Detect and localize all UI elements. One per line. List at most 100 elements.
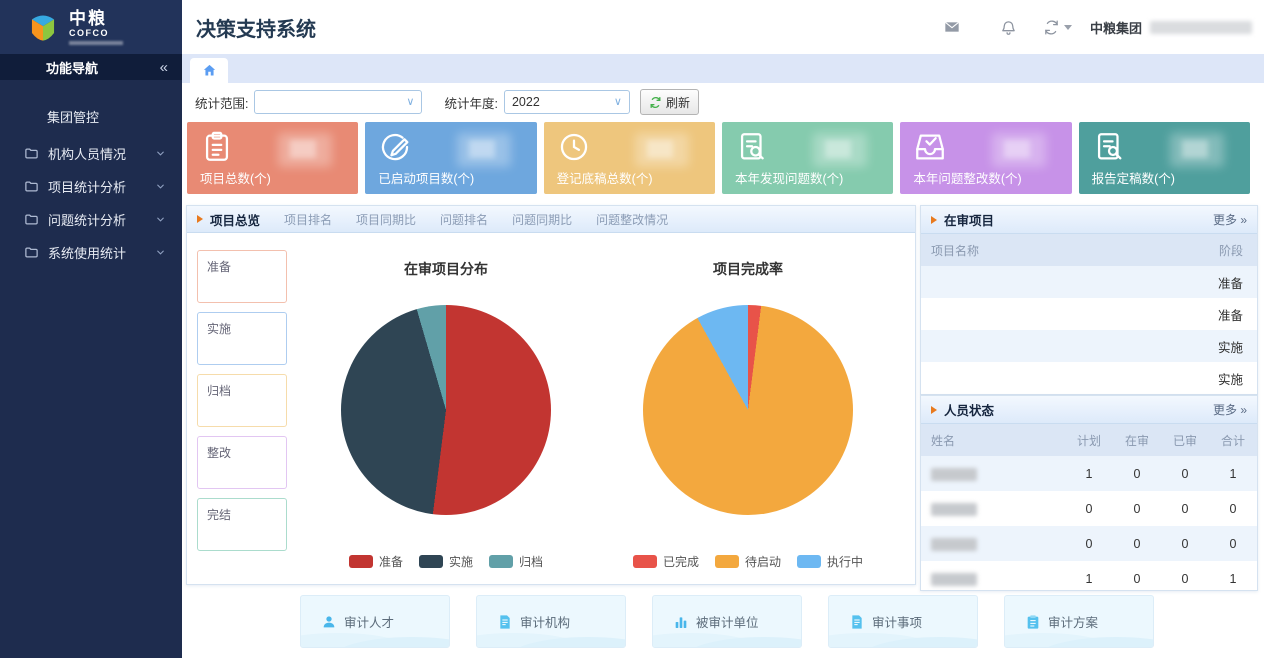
- staff-count-cell: 1: [1209, 456, 1257, 491]
- stat-card[interactable]: 项目总数(个): [187, 122, 358, 194]
- projects-more-link[interactable]: 更多 »: [1213, 211, 1247, 228]
- main-content: 统计范围: ∨ 统计年度: 2022 ∨ 刷新 项目总数(个)已启动项目数(个)…: [182, 83, 1264, 658]
- chevron-down-icon: ∨: [614, 97, 622, 108]
- refresh-icon[interactable]: [1043, 19, 1060, 36]
- stat-card-label: 本年发现问题数(个): [735, 168, 843, 187]
- staff-count-cell: 0: [1113, 526, 1161, 561]
- column-header: 项目名称: [921, 234, 1172, 266]
- stat-cards-row: 项目总数(个) 已启动项目数(个)登记底稿总数(个) 本年发现问题数(个) 本年问题整…: [187, 122, 1250, 194]
- stat-card[interactable]: 报告定稿数(个): [1079, 122, 1250, 194]
- projects-table-body: 准备准备实施实施准备: [921, 266, 1257, 395]
- quicklink-label: 审计事项: [872, 612, 922, 631]
- scope-select[interactable]: ∨: [254, 90, 422, 114]
- caret-down-icon[interactable]: [1064, 25, 1072, 30]
- sidebar-collapse-button[interactable]: «: [160, 59, 168, 76]
- stage-box: 准备: [197, 250, 287, 303]
- year-label: 统计年度:: [444, 93, 497, 112]
- pie-chart-block: 项目完成率已完成待启动执行中: [608, 251, 888, 570]
- legend-swatch: [489, 555, 513, 568]
- top-header: 决策支持系统 中粮集团: [182, 0, 1264, 54]
- legend-item[interactable]: 归档: [489, 553, 543, 570]
- legend-label: 实施: [449, 553, 473, 570]
- year-select[interactable]: 2022 ∨: [504, 90, 630, 114]
- staff-count-cell: 0: [1161, 526, 1209, 561]
- sidebar-item[interactable]: 问题统计分析: [0, 203, 182, 236]
- legend-swatch: [715, 555, 739, 568]
- panel-arrow-icon: [931, 216, 937, 224]
- overview-tab[interactable]: 问题整改情况: [596, 211, 668, 228]
- stat-card[interactable]: 本年问题整改数(个): [900, 122, 1071, 194]
- quicklink-button[interactable]: 审计人才: [300, 595, 450, 648]
- refresh-green-icon: [649, 96, 662, 109]
- year-value: 2022: [512, 95, 540, 109]
- stat-card[interactable]: 本年发现问题数(个): [722, 122, 893, 194]
- quicklink-button[interactable]: 审计机构: [476, 595, 626, 648]
- chevron-down-icon: [155, 247, 166, 258]
- overview-tab[interactable]: 项目总览: [197, 210, 260, 229]
- sidebar-item[interactable]: 系统使用统计: [0, 236, 182, 269]
- tab-home[interactable]: [190, 58, 228, 83]
- sidebar-item[interactable]: 机构人员情况: [0, 137, 182, 170]
- sidebar-item[interactable]: 集团管控: [0, 100, 182, 133]
- staff-count-cell: 1: [1065, 456, 1113, 491]
- stage-box-label: 完结: [207, 508, 231, 522]
- logo: 中粮 COFCO: [0, 0, 182, 54]
- legend-swatch: [419, 555, 443, 568]
- mail-icon[interactable]: [942, 19, 962, 35]
- legend-item[interactable]: 实施: [419, 553, 473, 570]
- stat-card-label: 报告定稿数(个): [1092, 168, 1175, 187]
- folder-icon: [24, 179, 39, 194]
- stat-card[interactable]: 登记底稿总数(个): [544, 122, 715, 194]
- bell-icon[interactable]: [1000, 19, 1017, 36]
- table-row: 0000: [921, 491, 1257, 526]
- chevron-down-icon: [155, 214, 166, 225]
- legend-item[interactable]: 执行中: [797, 553, 863, 570]
- brand-en: COFCO: [69, 29, 123, 38]
- staff-count-cell: 0: [1209, 526, 1257, 561]
- overview-tab-label: 项目排名: [284, 211, 332, 228]
- pie-chart: [341, 305, 551, 515]
- staff-panel-header: 人员状态 更多 »: [921, 396, 1257, 424]
- sidebar-item[interactable]: 项目统计分析: [0, 170, 182, 203]
- overview-tab[interactable]: 问题排名: [440, 211, 488, 228]
- overview-tab[interactable]: 问题同期比: [512, 211, 572, 228]
- overview-tab-label: 项目总览: [210, 210, 260, 229]
- legend-item[interactable]: 已完成: [633, 553, 699, 570]
- quicklink-button[interactable]: 审计事项: [828, 595, 978, 648]
- brand-tagline-redacted: [69, 41, 123, 45]
- stat-card[interactable]: 已启动项目数(个): [365, 122, 536, 194]
- stat-card-label: 项目总数(个): [200, 168, 271, 187]
- chart-legend: 已完成待启动执行中: [608, 553, 888, 570]
- staff-name-redacted: [931, 468, 977, 481]
- overview-tab[interactable]: 项目同期比: [356, 211, 416, 228]
- chart-title: 项目完成率: [608, 259, 888, 279]
- legend-swatch: [797, 555, 821, 568]
- quicklink-button[interactable]: 审计方案: [1004, 595, 1154, 648]
- overview-tab[interactable]: 项目排名: [284, 211, 332, 228]
- folder-icon: [24, 146, 39, 161]
- staff-name-redacted: [931, 538, 977, 551]
- projects-panel-title: 在审项目: [944, 210, 994, 229]
- table-row: 0000: [921, 526, 1257, 561]
- quicklink-button[interactable]: 被审计单位: [652, 595, 802, 648]
- clipboard-icon: [1025, 614, 1041, 630]
- stat-value-redacted: [825, 140, 851, 158]
- legend-item[interactable]: 待启动: [715, 553, 781, 570]
- legend-item[interactable]: 准备: [349, 553, 403, 570]
- project-stage-cell: 准备: [1172, 298, 1257, 330]
- sidebar-menu: 集团管控机构人员情况项目统计分析问题统计分析系统使用统计: [0, 80, 182, 269]
- staff-count-cell: 0: [1113, 561, 1161, 591]
- edit-circle-icon: [378, 130, 412, 164]
- chevron-down-icon: ∨: [406, 97, 414, 108]
- nav-header-label: 功能导航: [46, 58, 98, 77]
- stat-value-redacted: [647, 140, 673, 158]
- chart-legend: 准备 实施归档: [306, 553, 586, 570]
- table-row: 准备: [921, 298, 1257, 330]
- refresh-button[interactable]: 刷新: [640, 89, 699, 115]
- chevron-down-icon: [155, 181, 166, 192]
- staff-more-link[interactable]: 更多 »: [1213, 401, 1247, 418]
- app-window: 中粮 COFCO 功能导航 « 集团管控机构人员情况项目统计分析问题统计分析系统…: [0, 0, 1264, 658]
- project-name-cell: [921, 330, 1172, 362]
- legend-swatch: [633, 555, 657, 568]
- table-row: 1001: [921, 456, 1257, 491]
